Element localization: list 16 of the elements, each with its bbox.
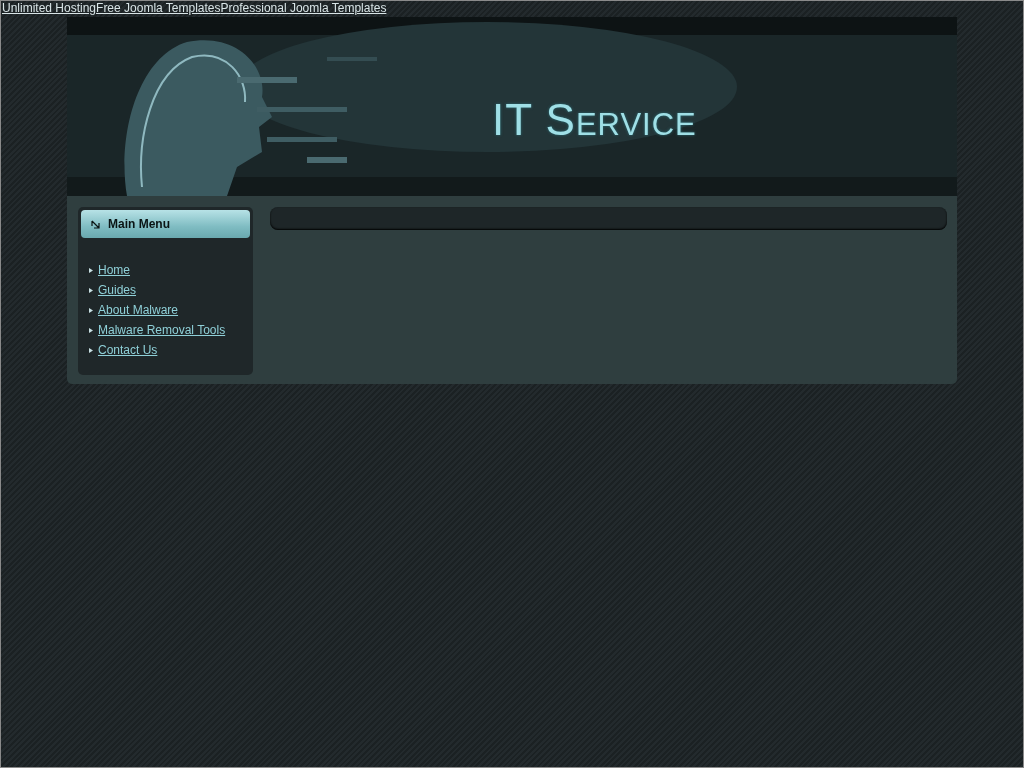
bullet-icon <box>89 307 93 313</box>
top-link[interactable]: Free Joomla Templates <box>96 1 221 16</box>
bullet-icon <box>89 287 93 293</box>
bullet-icon <box>89 347 93 353</box>
menu-title: Main Menu <box>108 217 170 231</box>
menu-link[interactable]: Malware Removal Tools <box>98 323 226 337</box>
bullet-icon <box>89 327 93 333</box>
menu-link[interactable]: Contact Us <box>98 343 158 357</box>
bullet-icon <box>89 267 93 273</box>
top-link[interactable]: Professional Joomla Templates <box>220 1 387 16</box>
top-link[interactable]: Unlimited Hosting <box>2 1 97 16</box>
menu-link[interactable]: Guides <box>98 283 137 297</box>
site-title: IT Service <box>492 95 697 145</box>
arrow-icon <box>91 219 100 229</box>
menu-link[interactable]: Home <box>98 263 130 277</box>
menu-link[interactable]: About Malware <box>98 303 179 317</box>
